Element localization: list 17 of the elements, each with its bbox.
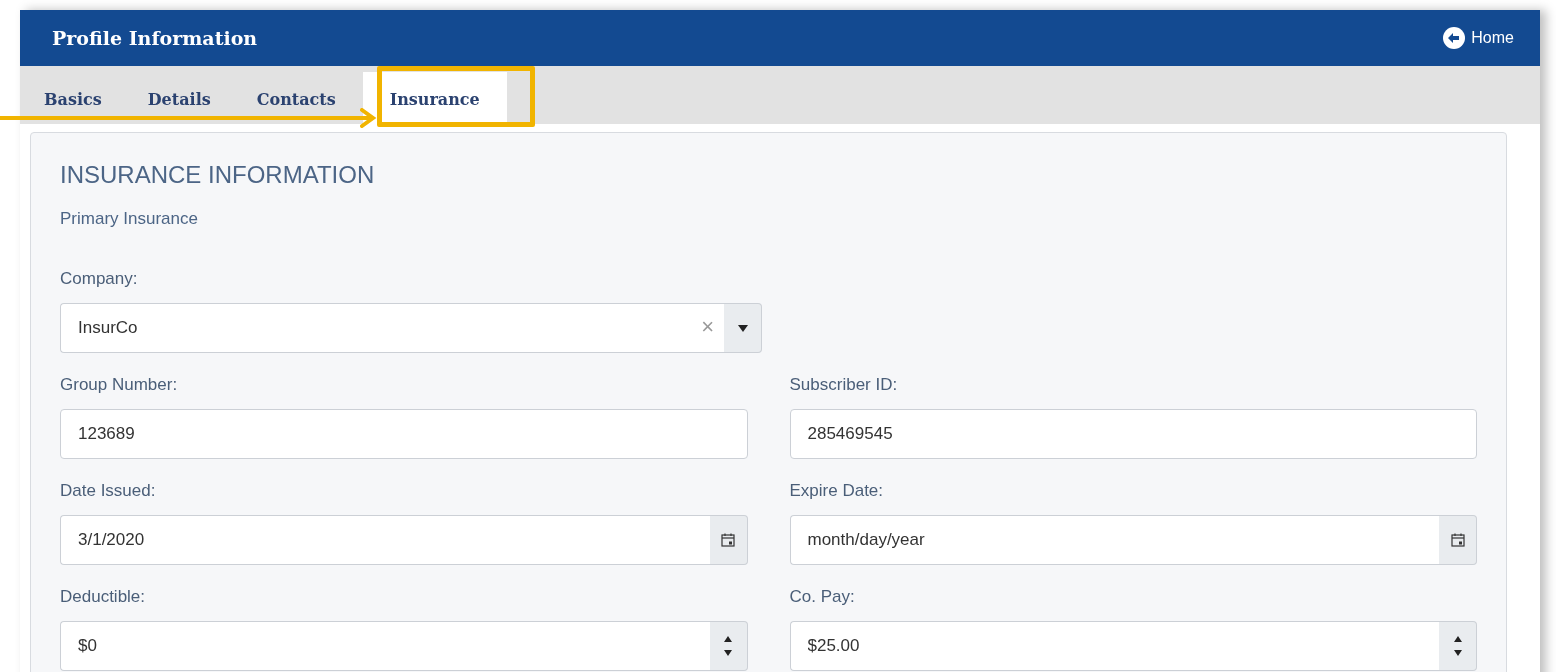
tab[interactable]: Basics <box>21 72 125 124</box>
field-label: Group Number: <box>60 375 179 395</box>
tab[interactable]: Details <box>124 72 234 124</box>
field-label: Co. Pay: <box>789 587 856 607</box>
page-title: Profile Information <box>52 27 258 49</box>
field-label: Date Issued: <box>60 481 157 501</box>
input-field[interactable]: 123689 <box>60 409 748 459</box>
input-field[interactable]: 285469545 <box>789 409 1477 459</box>
field-label: Expire Date: <box>789 481 885 501</box>
field-label: Subscriber ID: <box>789 375 899 395</box>
field-label: Deductible: <box>60 587 147 607</box>
section-subheading: Primary Insurance <box>60 209 199 229</box>
tab[interactable]: Insurance <box>362 72 507 124</box>
field-label: Company: <box>60 269 139 289</box>
tab[interactable]: Contacts <box>233 72 359 124</box>
home-link[interactable]: Home <box>1443 27 1514 49</box>
section-heading: INSURANCE INFORMATION <box>60 161 376 189</box>
